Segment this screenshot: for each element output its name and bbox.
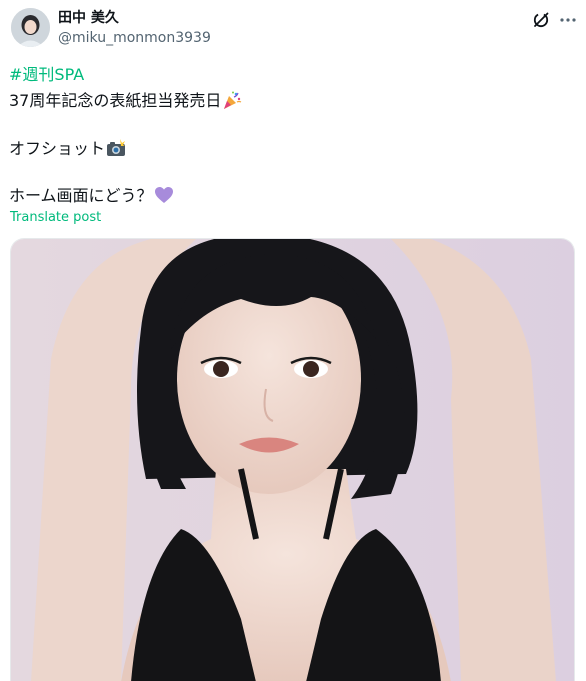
party-popper-icon [222, 90, 242, 110]
post-line-2-text: オフショット [9, 139, 106, 158]
grok-icon[interactable] [532, 11, 550, 29]
hashtag-link[interactable]: #週刊SPA [9, 65, 84, 85]
display-name[interactable]: 田中 美久 [58, 9, 119, 27]
post-text-line-2: オフショット [9, 138, 126, 159]
post-line-1-text: 37周年記念の表紙担当発売日 [9, 91, 222, 110]
post-text-line-3: ホーム画面にどう？ [9, 185, 174, 206]
post-photo[interactable] [10, 238, 575, 681]
handle[interactable]: @miku_monmon3939 [58, 29, 211, 47]
post-text-line-1: 37周年記念の表紙担当発売日 [9, 90, 242, 111]
translate-post-link[interactable]: Translate post [10, 209, 101, 227]
post-line-3-text: ホーム画面にどう？ [9, 186, 153, 205]
camera-flash-icon [106, 138, 126, 158]
tweet: 田中 美久 @miku_monmon3939 #週刊SPA 37周年記念の表紙担… [0, 0, 586, 681]
purple-heart-icon [154, 185, 174, 205]
more-icon[interactable] [558, 11, 578, 29]
avatar[interactable] [11, 8, 50, 47]
